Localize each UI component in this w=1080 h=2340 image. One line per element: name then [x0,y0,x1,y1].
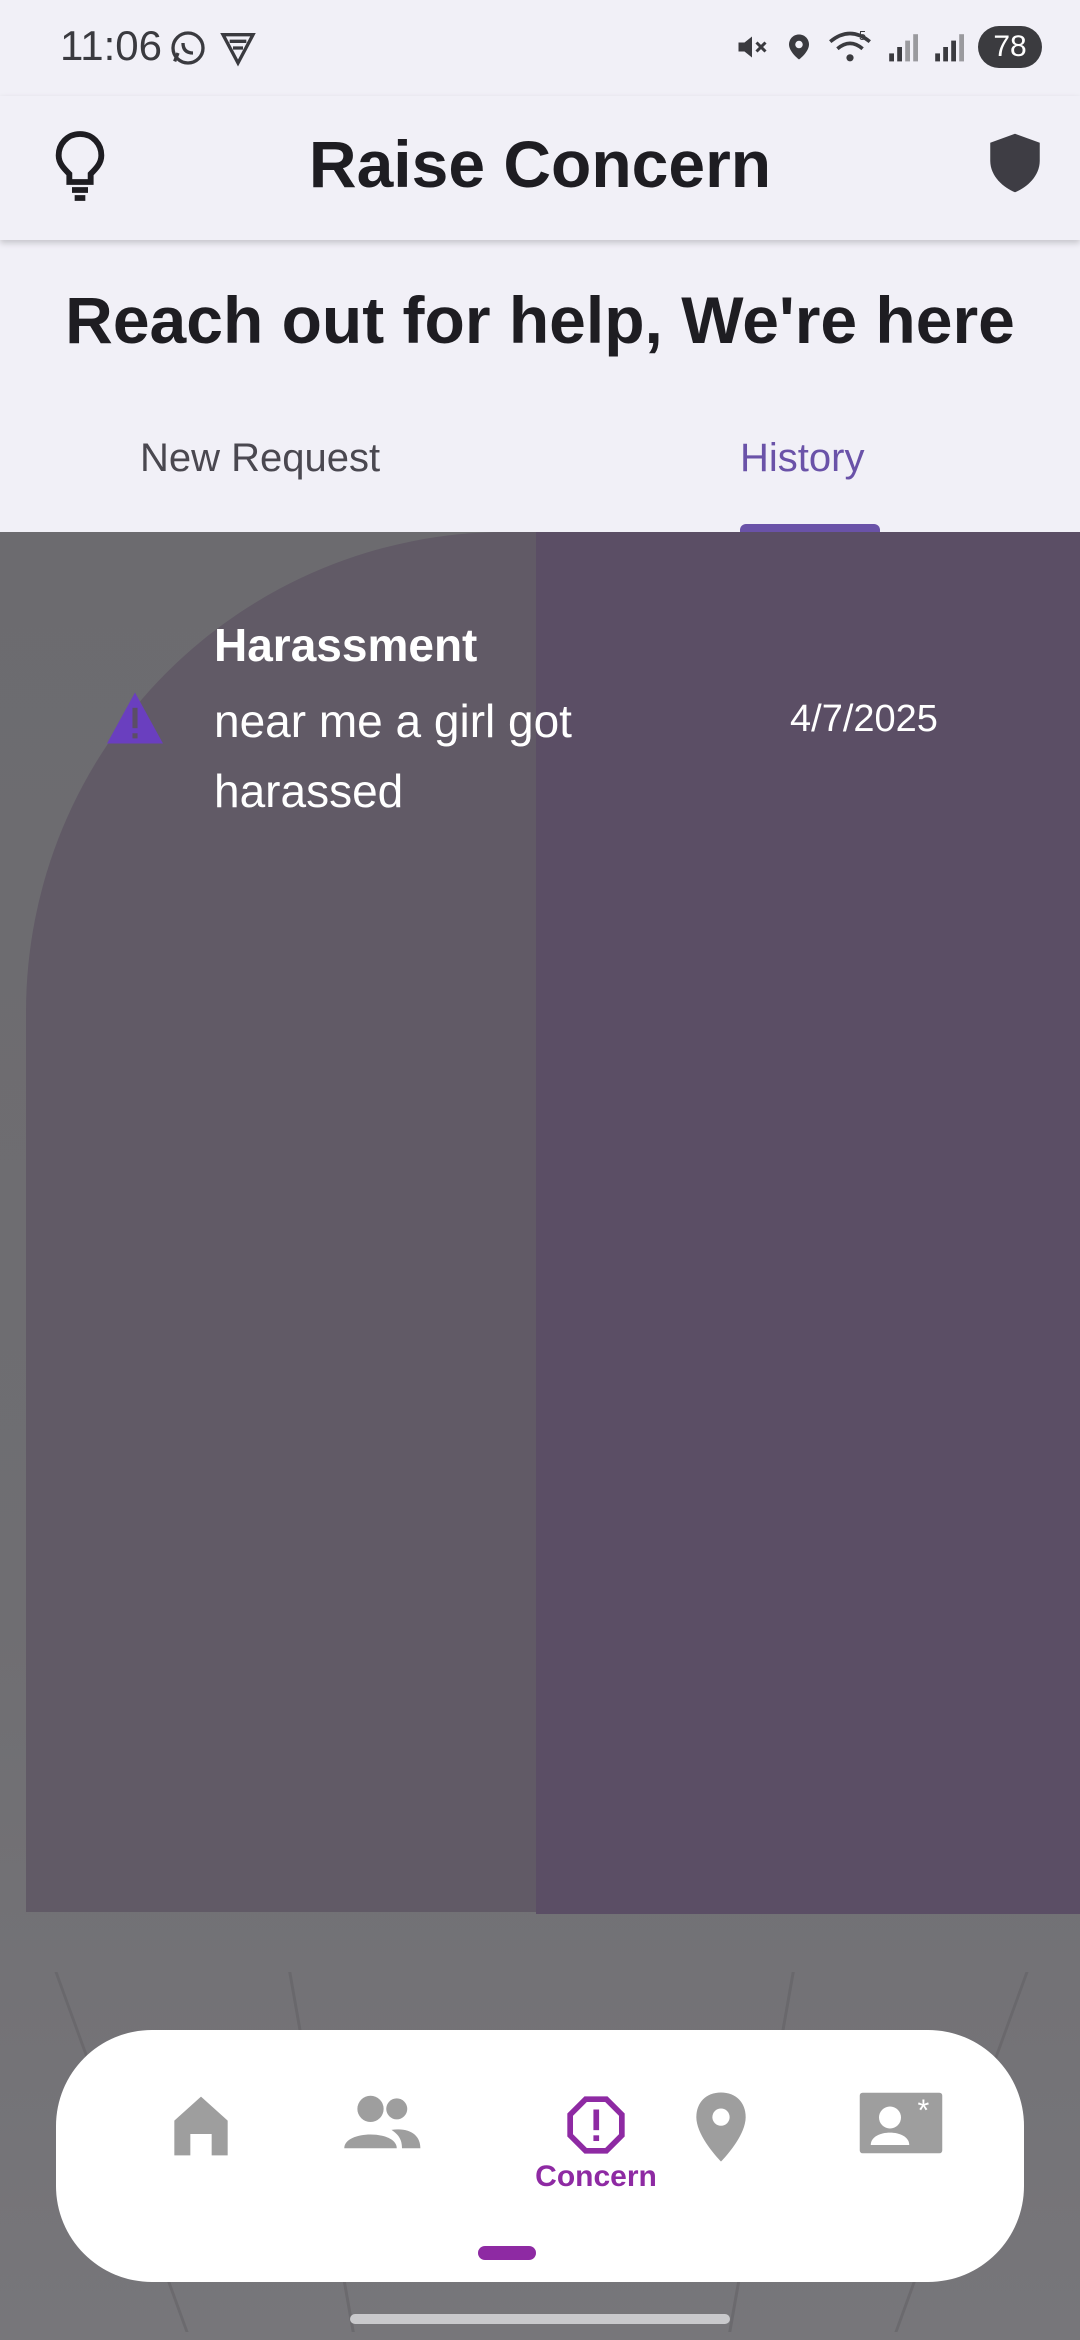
mute-icon [738,36,767,58]
nav-home[interactable] [146,2090,256,2190]
shield-icon [990,133,1040,193]
header-panel: Reach out for help, We're here New Reque… [0,240,1080,534]
gesture-bar[interactable] [350,2314,730,2324]
tab-history[interactable]: History [740,436,864,481]
nav-location[interactable] [666,2090,776,2190]
location-pin-icon [696,2092,746,2162]
history-item-category: Harassment [214,619,478,671]
safety-button[interactable] [988,130,1042,196]
status-time: 11:06 [60,22,162,69]
status-bar: 11:06 5 78 [0,0,1080,96]
battery-indicator: 78 [978,26,1042,68]
vpn-shield-icon [220,33,256,67]
history-list-item[interactable]: Harassment near me a girl got harassed 4… [0,606,1080,826]
svg-text:*: * [918,2094,930,2127]
tagline: Reach out for help, We're here [65,283,1015,357]
bottom-navigation: Concern * [56,2030,1024,2282]
nav-friends[interactable] [326,2090,436,2190]
wifi-icon: 5 [829,29,871,62]
tab-indicator [740,524,880,532]
warning-icon [107,692,163,744]
contact-card-icon: * [859,2092,943,2154]
nav-selected-indicator [478,2246,536,2260]
app-bar: Raise Concern [0,96,1080,240]
nav-contact[interactable]: * [846,2090,956,2190]
signal-icon-2 [935,34,964,62]
whatsapp-icon [171,31,205,65]
page-title: Raise Concern [308,127,772,201]
alert-octagon-icon [567,2096,625,2154]
location-status-icon [789,34,809,60]
history-item-description: near me a girl got harassed [214,695,572,817]
signal-icon-1 [889,34,918,62]
tab-new-request[interactable]: New Request [140,436,380,481]
home-icon [174,2096,228,2156]
group-icon [344,2095,421,2149]
nav-concern-label: Concern [535,2160,657,2193]
history-item-date: 4/7/2025 [790,698,938,740]
svg-text:5: 5 [859,29,866,43]
